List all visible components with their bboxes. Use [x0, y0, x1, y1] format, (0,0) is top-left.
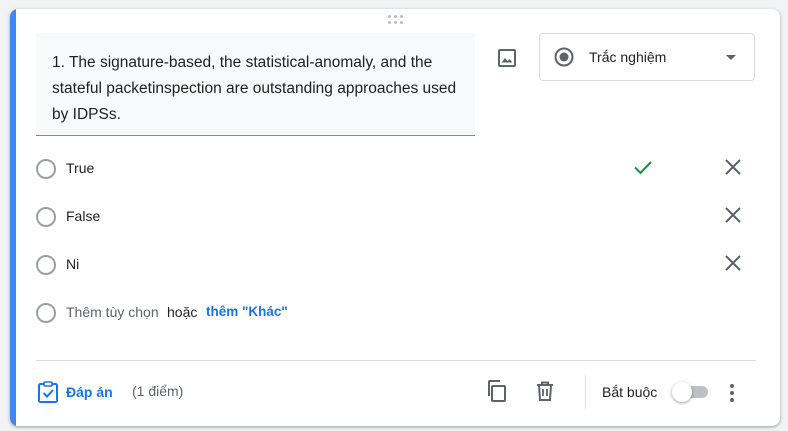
drag-handle-icon[interactable] — [388, 15, 406, 27]
option-label[interactable]: True — [66, 160, 94, 176]
add-option-row: Thêm tùy chọn hoặc thêm "Khác" — [36, 294, 766, 334]
active-accent-bar — [10, 9, 16, 426]
option-radio — [36, 159, 56, 179]
add-image-button[interactable] — [493, 44, 521, 72]
clipboard-check-icon — [38, 381, 58, 403]
image-icon — [498, 49, 516, 67]
toggle-thumb — [672, 382, 692, 402]
option-row[interactable]: Ni — [36, 246, 766, 286]
remove-option-icon[interactable] — [722, 204, 744, 226]
add-option-button[interactable]: Thêm tùy chọn — [66, 304, 159, 320]
question-text[interactable]: 1. The signature-based, the statistical-… — [52, 50, 459, 128]
option-radio — [36, 303, 56, 323]
footer-separator — [585, 375, 586, 409]
trash-icon[interactable] — [533, 379, 557, 403]
question-title-field[interactable]: 1. The signature-based, the statistical-… — [36, 33, 475, 136]
option-radio — [36, 207, 56, 227]
option-label[interactable]: False — [66, 208, 100, 224]
option-row[interactable]: True — [36, 150, 766, 190]
or-text: hoặc — [167, 304, 198, 320]
answer-key-label: Đáp án — [66, 384, 113, 400]
option-row[interactable]: False — [36, 198, 766, 238]
question-type-dropdown[interactable]: Trắc nghiệm — [539, 33, 755, 81]
remove-option-icon[interactable] — [722, 252, 744, 274]
option-radio — [36, 255, 56, 275]
remove-option-icon[interactable] — [722, 156, 744, 178]
correct-check-icon[interactable] — [632, 156, 654, 178]
add-other-link[interactable]: thêm "Khác" — [206, 304, 288, 319]
question-type-label: Trắc nghiệm — [589, 49, 667, 65]
question-card: 1. The signature-based, the statistical-… — [10, 9, 780, 426]
chevron-down-icon — [726, 55, 736, 60]
required-label: Bắt buộc — [602, 384, 658, 400]
footer-divider — [36, 360, 756, 361]
required-toggle[interactable] — [672, 382, 708, 402]
points-text: (1 điểm) — [132, 383, 184, 399]
option-label[interactable]: Ni — [66, 256, 79, 272]
more-options-icon[interactable] — [722, 381, 742, 405]
radio-button-icon — [554, 47, 574, 67]
answer-key-button[interactable]: Đáp án — [38, 381, 113, 403]
duplicate-icon[interactable] — [485, 379, 509, 403]
